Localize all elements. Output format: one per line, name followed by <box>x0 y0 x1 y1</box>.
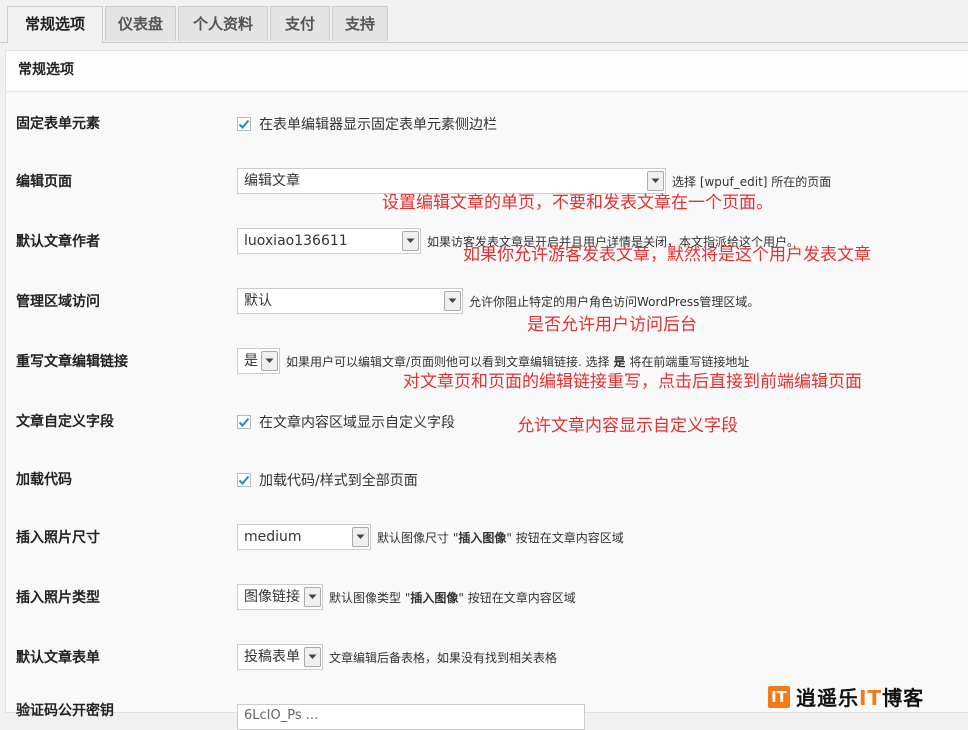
admin-access-select[interactable]: 默认 <box>237 288 463 314</box>
field-default-form: 投稿表单 文章编辑后备表格，如果没有找到相关表格 <box>237 644 557 670</box>
image-type-select[interactable]: 图像链接 <box>237 584 323 610</box>
label-default-author: 默认文章作者 <box>16 234 100 250</box>
desc-part: 默认图像类型 " <box>329 590 411 605</box>
custom-fields-text: 在文章内容区域显示自定义字段 <box>259 415 455 431</box>
check-icon <box>238 119 250 129</box>
annotation-admin-access: 是否允许用户访问后台 <box>527 315 697 335</box>
watermark-text-c: 博客 <box>882 686 925 710</box>
label-edit-page: 编辑页面 <box>16 174 72 190</box>
sticky-form-text: 在表单编辑器显示固定表单元素侧边栏 <box>259 117 497 133</box>
desc-part: " 按钮在文章内容区域 <box>458 590 576 605</box>
chevron-down-icon <box>304 587 321 607</box>
watermark-text-a: 逍遥乐 <box>796 686 859 710</box>
default-form-value: 投稿表单 <box>244 649 300 665</box>
override-edit-link-select[interactable]: 是 <box>237 348 280 374</box>
desc-strong: 插入图像 <box>458 530 507 545</box>
chevron-down-icon <box>402 231 419 251</box>
annotation-default-author: 如果你允许游客发表文章，默然将是这个用户发表文章 <box>463 245 871 265</box>
label-sticky-form: 固定表单元素 <box>16 116 100 132</box>
tab-payment[interactable]: 支付 <box>270 6 330 41</box>
admin-access-value: 默认 <box>244 293 272 309</box>
panel-title: 常规选项 <box>6 51 968 92</box>
edit-page-value: 编辑文章 <box>244 173 300 189</box>
desc-part: 默认图像尺寸 " <box>377 530 459 545</box>
image-size-value: medium <box>244 529 302 545</box>
image-size-desc: 默认图像尺寸 "插入图像" 按钮在文章内容区域 <box>377 529 624 546</box>
field-image-size: medium 默认图像尺寸 "插入图像" 按钮在文章内容区域 <box>237 524 624 550</box>
label-load-scripts: 加载代码 <box>16 472 72 488</box>
check-icon <box>238 417 250 427</box>
site-watermark: IT 逍遥乐IT博客 <box>768 682 924 711</box>
default-author-select[interactable]: luoxiao136611 <box>237 228 421 254</box>
watermark-text: 逍遥乐IT博客 <box>796 682 924 711</box>
image-size-select[interactable]: medium <box>237 524 371 550</box>
sticky-form-checkbox[interactable] <box>237 117 251 131</box>
watermark-text-b: IT <box>859 686 883 710</box>
image-type-value: 图像链接 <box>244 589 300 605</box>
watermark-logo-icon: IT <box>768 685 790 708</box>
chevron-down-icon <box>444 291 461 311</box>
tab-profile[interactable]: 个人资料 <box>178 6 268 41</box>
annotation-edit-page: 设置编辑文章的单页，不要和发表文章在一个页面。 <box>382 193 773 213</box>
custom-fields-checkbox[interactable] <box>237 415 251 429</box>
chevron-down-icon <box>304 647 321 667</box>
default-form-desc: 文章编辑后备表格，如果没有找到相关表格 <box>329 650 558 665</box>
label-recaptcha-public-key: 验证码公开密钥 <box>16 703 114 719</box>
label-admin-access: 管理区域访问 <box>16 294 100 310</box>
tab-support[interactable]: 支持 <box>332 6 388 41</box>
edit-page-desc: 选择 [wpuf_edit] 所在的页面 <box>672 174 832 189</box>
field-image-type: 图像链接 默认图像类型 "插入图像" 按钮在文章内容区域 <box>237 584 576 610</box>
tab-divider <box>0 42 968 43</box>
label-image-type: 插入照片类型 <box>16 590 100 606</box>
chevron-down-icon <box>261 351 278 371</box>
recaptcha-public-key-input[interactable]: 6LcIO_Ps ... <box>237 704 585 730</box>
label-custom-fields: 文章自定义字段 <box>16 414 114 430</box>
load-scripts-checkbox[interactable] <box>237 473 251 487</box>
check-icon <box>238 475 250 485</box>
default-author-value: luoxiao136611 <box>244 233 348 249</box>
label-override-edit-link: 重写文章编辑链接 <box>16 354 128 370</box>
annotation-override-edit-link: 对文章页和页面的编辑链接重写，点击后直接到前端编辑页面 <box>403 372 862 392</box>
desc-strong: 插入图像 <box>410 590 459 605</box>
chevron-down-icon <box>352 527 369 547</box>
image-type-desc: 默认图像类型 "插入图像" 按钮在文章内容区域 <box>329 589 576 606</box>
tab-general[interactable]: 常规选项 <box>7 6 103 43</box>
field-custom-fields: 在文章内容区域显示自定义字段 <box>237 412 455 432</box>
field-load-scripts: 加载代码/样式到全部页面 <box>237 470 418 490</box>
annotation-custom-fields: 允许文章内容显示自定义字段 <box>517 416 738 436</box>
tab-dashboard[interactable]: 仪表盘 <box>105 6 176 41</box>
label-image-size: 插入照片尺寸 <box>16 530 100 546</box>
desc-part: " 按钮在文章内容区域 <box>506 530 624 545</box>
default-form-select[interactable]: 投稿表单 <box>237 644 323 670</box>
label-default-form: 默认文章表单 <box>16 650 100 666</box>
field-sticky-form: 在表单编辑器显示固定表单元素侧边栏 <box>237 114 497 134</box>
load-scripts-text: 加载代码/样式到全部页面 <box>259 473 418 489</box>
admin-access-desc: 允许你阻止特定的用户角色访问WordPress管理区域。 <box>469 294 760 309</box>
override-edit-link-value: 是 <box>244 353 258 369</box>
